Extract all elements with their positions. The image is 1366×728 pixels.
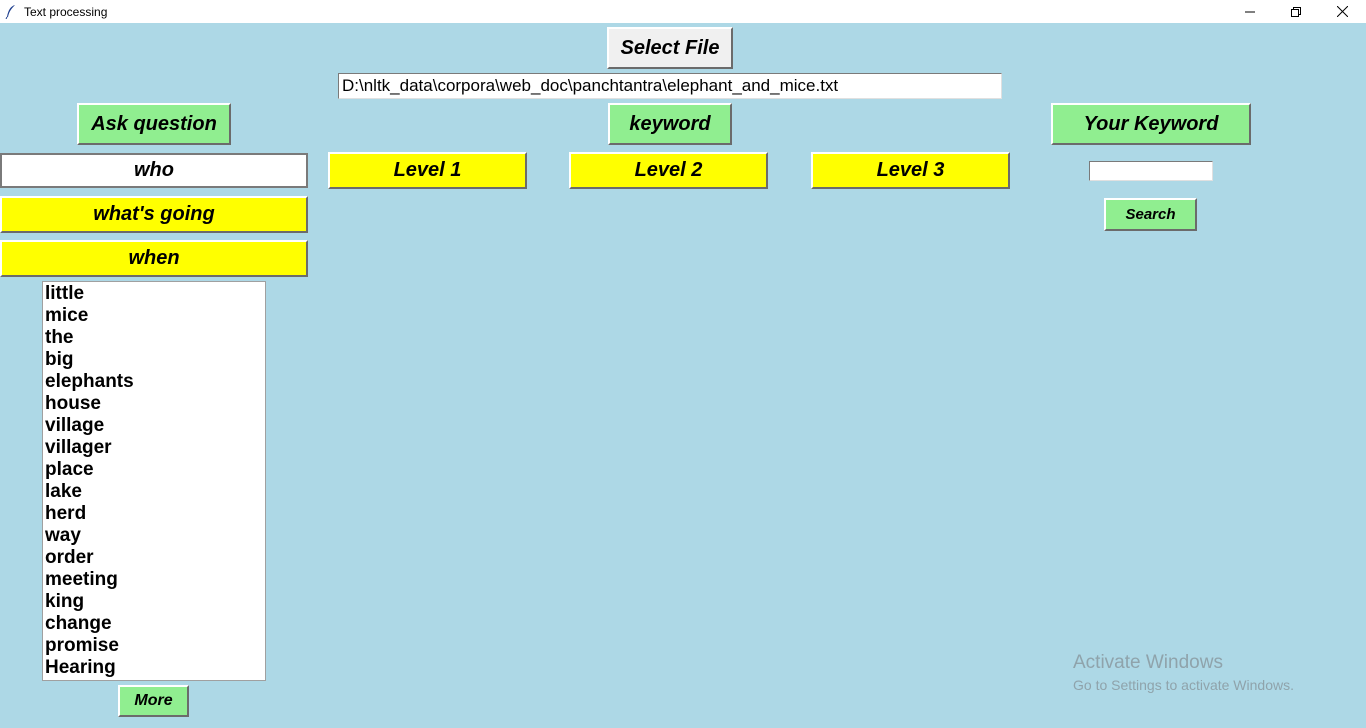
select-file-button[interactable]: Select File: [607, 27, 733, 69]
activate-windows-title: Activate Windows: [1073, 652, 1223, 673]
file-path-field[interactable]: [338, 73, 1002, 99]
close-button[interactable]: [1319, 0, 1365, 23]
keyword-search-input[interactable]: [1089, 161, 1213, 181]
keyword-button[interactable]: keyword: [608, 103, 732, 145]
list-item[interactable]: order: [45, 547, 265, 569]
ask-question-button[interactable]: Ask question: [77, 103, 231, 145]
list-item[interactable]: house: [45, 393, 265, 415]
list-item[interactable]: mice: [45, 305, 265, 327]
activate-windows-subtitle: Go to Settings to activate Windows.: [1073, 677, 1294, 693]
list-item[interactable]: Hearing: [45, 657, 265, 679]
list-item[interactable]: lake: [45, 481, 265, 503]
your-keyword-button[interactable]: Your Keyword: [1051, 103, 1251, 145]
list-item[interactable]: meeting: [45, 569, 265, 591]
list-item[interactable]: big: [45, 349, 265, 371]
question-input[interactable]: [0, 153, 308, 188]
list-item[interactable]: village: [45, 415, 265, 437]
window-title: Text processing: [24, 5, 108, 19]
minimize-button[interactable]: [1227, 0, 1273, 23]
list-item[interactable]: elephants: [45, 371, 265, 393]
list-item[interactable]: little: [45, 283, 265, 305]
level-3-button[interactable]: Level 3: [811, 152, 1010, 189]
more-button[interactable]: More: [118, 685, 189, 717]
title-bar: Text processing: [0, 0, 1366, 23]
list-item[interactable]: promise: [45, 635, 265, 657]
close-icon: [1336, 6, 1348, 17]
level-1-button[interactable]: Level 1: [328, 152, 527, 189]
restore-button[interactable]: [1273, 0, 1319, 23]
restore-icon: [1291, 6, 1301, 17]
search-button[interactable]: Search: [1104, 198, 1197, 231]
feather-icon: [5, 5, 15, 19]
list-item[interactable]: change: [45, 613, 265, 635]
list-item[interactable]: the: [45, 327, 265, 349]
list-item[interactable]: villager: [45, 437, 265, 459]
list-item[interactable]: king: [45, 591, 265, 613]
level-2-button[interactable]: Level 2: [569, 152, 768, 189]
list-item[interactable]: place: [45, 459, 265, 481]
when-button[interactable]: when: [0, 240, 308, 277]
minimize-icon: [1245, 11, 1255, 12]
whats-going-button[interactable]: what's going: [0, 196, 308, 233]
list-item[interactable]: way: [45, 525, 265, 547]
word-listbox[interactable]: little mice the big elephants house village vil…: [42, 281, 266, 681]
list-item[interactable]: herd: [45, 503, 265, 525]
